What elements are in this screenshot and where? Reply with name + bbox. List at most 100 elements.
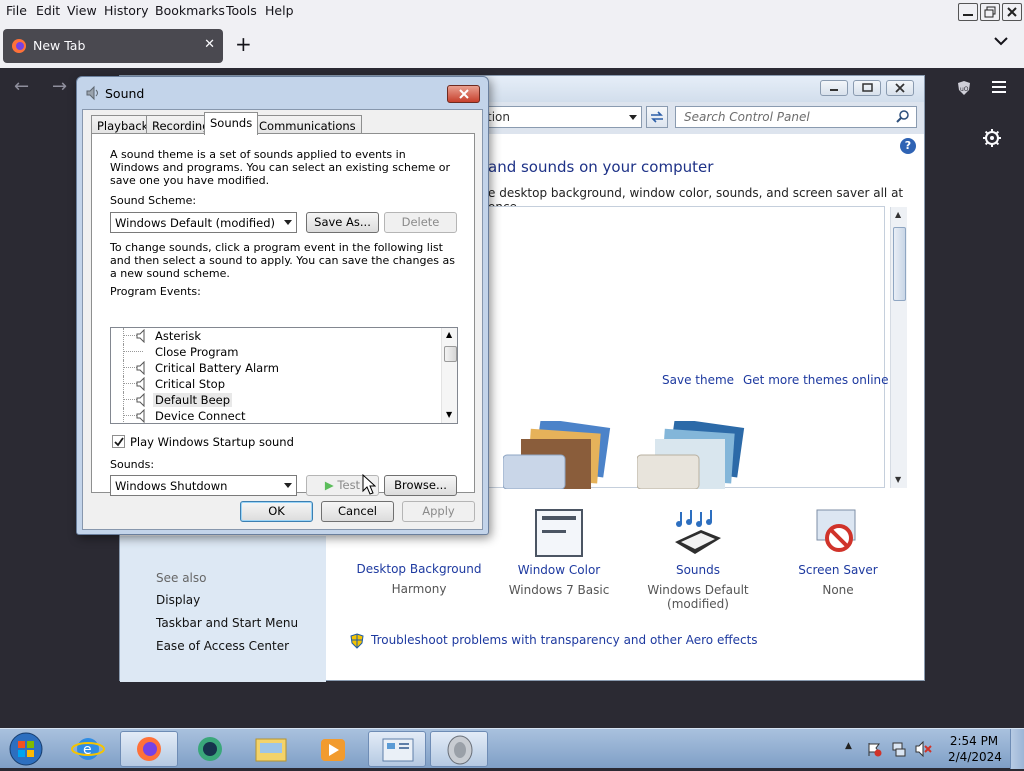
speaker-icon (136, 361, 145, 375)
apply-button[interactable]: Apply (402, 501, 475, 522)
address-dropdown-icon[interactable] (629, 115, 637, 120)
sounds-icon (675, 510, 721, 554)
tab-sounds[interactable]: Sounds (204, 112, 259, 135)
scroll-thumb[interactable] (893, 227, 906, 301)
screen-saver-icon (816, 509, 856, 552)
ease-of-access-link[interactable]: Ease of Access Center (156, 639, 289, 653)
list-item[interactable]: Device Connect (111, 408, 441, 423)
play-startup-sound-label[interactable]: Play Windows Startup sound (130, 436, 294, 449)
play-startup-sound-checkbox[interactable] (112, 435, 125, 448)
list-item[interactable]: Default Beep (111, 392, 441, 408)
cp-close-button[interactable] (886, 80, 914, 96)
taskbar-firefox[interactable] (120, 731, 178, 767)
help-icon[interactable]: ? (900, 138, 916, 154)
network-icon[interactable] (891, 741, 907, 757)
menu-history[interactable]: History (104, 3, 148, 18)
intro-text: A sound theme is a set of sounds applied… (110, 148, 451, 187)
cancel-button[interactable]: Cancel (321, 501, 394, 522)
sound-scheme-select[interactable]: Windows Default (modified) (110, 212, 297, 233)
program-events-list[interactable]: Asterisk Close Program Critical Battery … (110, 327, 458, 424)
tab-close-icon[interactable]: ✕ (204, 37, 215, 52)
scroll-thumb[interactable] (444, 346, 457, 362)
action-center-flag-icon[interactable] (866, 741, 882, 757)
menu-file[interactable]: File (6, 3, 27, 18)
menu-edit[interactable]: Edit (36, 3, 60, 18)
show-desktop-button[interactable] (1010, 729, 1024, 769)
menu-help[interactable]: Help (265, 3, 294, 18)
taskbar-start-menu-link[interactable]: Taskbar and Start Menu (156, 616, 298, 630)
theme-thumbnail-landscapes[interactable] (503, 421, 623, 489)
control-panel-icon (382, 738, 414, 762)
event-label: Critical Battery Alarm (155, 361, 279, 375)
scroll-down-icon[interactable]: ▼ (446, 410, 452, 419)
taskbar-control-panel[interactable] (368, 731, 426, 767)
clock-date[interactable]: 2/4/2024 (948, 750, 1002, 764)
menu-bookmarks[interactable]: Bookmarks (155, 3, 225, 18)
maximize-icon (862, 83, 873, 92)
display-link[interactable]: Display (156, 593, 200, 607)
tab-playback[interactable]: Playback (91, 115, 155, 134)
show-hidden-icons-icon[interactable]: ▲ (845, 741, 852, 751)
list-item[interactable]: Close Program (111, 344, 441, 360)
browse-button[interactable]: Browse... (384, 475, 457, 496)
menu-view[interactable]: View (67, 3, 97, 18)
sound-dialog-close-button[interactable] (447, 85, 480, 103)
themes-scrollbar[interactable]: ▲ ▼ (890, 207, 907, 488)
gear-icon[interactable] (982, 128, 1002, 148)
taskbar-media-player[interactable] (303, 731, 361, 767)
speaker-icon (86, 85, 98, 101)
minimize-button[interactable] (958, 3, 978, 21)
volume-muted-icon[interactable] (915, 741, 933, 757)
close-window-button[interactable] (1002, 3, 1022, 21)
theme-thumbnail-nature[interactable] (637, 421, 757, 489)
search-icon[interactable] (896, 110, 910, 124)
scroll-up-icon[interactable]: ▲ (446, 330, 452, 339)
speaker-icon (136, 329, 145, 343)
cp-maximize-button[interactable] (853, 80, 881, 96)
event-label: Close Program (155, 345, 239, 359)
ok-button[interactable]: OK (240, 501, 313, 522)
scroll-down-icon[interactable]: ▼ (895, 475, 901, 484)
refresh-button[interactable] (646, 106, 668, 128)
search-control-panel-input[interactable]: Search Control Panel (675, 106, 917, 128)
tab-communications[interactable]: Communications (253, 115, 362, 134)
play-icon: ▶ (324, 478, 334, 492)
sound-file-select[interactable]: Windows Shutdown (110, 475, 297, 496)
save-as-button[interactable]: Save As... (306, 212, 379, 233)
get-more-themes-link[interactable]: Get more themes online (743, 373, 889, 387)
tab-new-tab[interactable]: New Tab ✕ (3, 29, 223, 63)
taskbar-file-explorer[interactable] (242, 731, 300, 767)
ublock-shield-icon[interactable]: uO (956, 80, 972, 96)
list-item[interactable]: Critical Battery Alarm (111, 360, 441, 376)
sounds-value: Windows Default (modified) (647, 583, 749, 611)
screen-saver-item[interactable]: Screen Saver None (768, 506, 908, 597)
window-color-item[interactable]: Window Color Windows 7 Basic (489, 506, 629, 597)
hamburger-menu-icon[interactable] (992, 81, 1006, 93)
sounds-item[interactable]: Sounds Windows Default (modified) (628, 506, 768, 611)
forward-arrow-icon[interactable]: → (52, 76, 67, 97)
list-item[interactable]: Critical Stop (111, 376, 441, 392)
svg-text:e: e (83, 742, 92, 758)
close-icon (1007, 7, 1017, 17)
test-label: Test (337, 478, 361, 492)
scroll-up-icon[interactable]: ▲ (895, 210, 901, 219)
taskbar-sound[interactable] (430, 731, 488, 767)
sound-dialog-title: Sound (105, 86, 145, 101)
delete-button[interactable]: Delete (384, 212, 457, 233)
new-tab-button[interactable]: + (235, 32, 252, 56)
firefox-menubar: File Edit View History Bookmarks Tools H… (0, 0, 1024, 22)
start-button-icon[interactable] (6, 731, 46, 767)
back-arrow-icon[interactable]: ← (14, 76, 29, 97)
taskbar-internet-explorer[interactable]: e (59, 731, 117, 767)
list-item[interactable]: Asterisk (111, 328, 441, 344)
troubleshoot-link[interactable]: Troubleshoot problems with transparency … (371, 633, 758, 647)
save-theme-link[interactable]: Save theme (662, 373, 734, 387)
chevron-down-icon[interactable] (994, 36, 1008, 46)
menu-tools[interactable]: Tools (226, 3, 257, 18)
restore-button[interactable] (980, 3, 1000, 21)
cp-minimize-button[interactable] (820, 80, 848, 96)
clock-time[interactable]: 2:54 PM (948, 734, 1000, 748)
events-scrollbar[interactable]: ▲ ▼ (441, 328, 457, 423)
taskbar-app-green[interactable] (181, 731, 239, 767)
sound-dialog-titlebar[interactable]: Sound (77, 77, 488, 107)
